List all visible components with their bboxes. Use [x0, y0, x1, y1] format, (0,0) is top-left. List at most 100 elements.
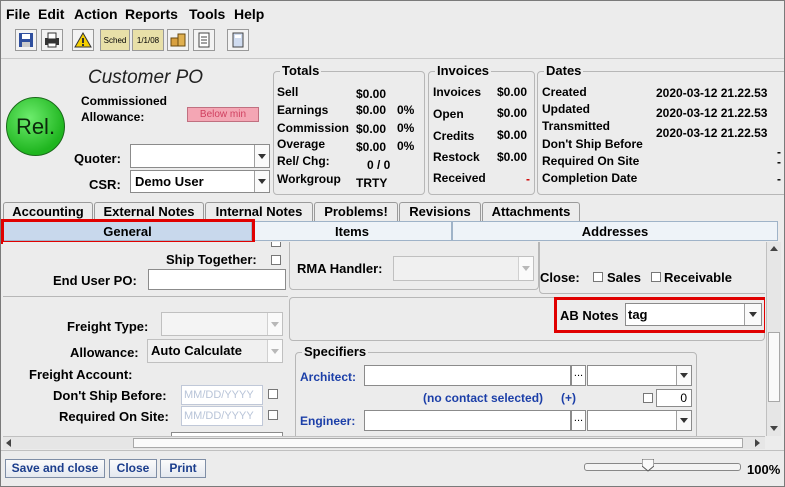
- allowance-select[interactable]: Auto Calculate: [147, 339, 283, 363]
- dates-title: Dates: [544, 63, 584, 78]
- print-button[interactable]: Print: [160, 459, 206, 478]
- release-status-label: Rel.: [15, 113, 56, 139]
- vertical-scrollbar[interactable]: [766, 242, 781, 436]
- schedule-button[interactable]: Sched: [100, 29, 130, 51]
- printer-icon[interactable]: [41, 29, 63, 51]
- csr-select[interactable]: Demo User: [130, 170, 270, 193]
- freight-type-select[interactable]: [161, 312, 283, 336]
- zoom-slider-thumb[interactable]: [641, 458, 655, 472]
- subtab-items[interactable]: Items: [252, 221, 452, 241]
- warning-icon[interactable]: [72, 29, 94, 51]
- chevron-down-icon[interactable]: [254, 171, 269, 192]
- architect-checkbox[interactable]: [643, 393, 653, 403]
- zoom-slider[interactable]: [584, 458, 741, 472]
- dates-created-value: 2020-03-12 21.22.53: [656, 86, 768, 100]
- rma-handler-select[interactable]: [393, 256, 534, 281]
- end-user-po-input[interactable]: [148, 269, 286, 290]
- close-receivable-checkbox[interactable]: [651, 272, 661, 282]
- totals-commission-value: $0.00: [356, 122, 387, 136]
- ship-together-checkbox[interactable]: [271, 255, 281, 265]
- vertical-scroll-thumb[interactable]: [768, 332, 780, 402]
- below-min-badge: Below min: [187, 107, 259, 122]
- architect-qty-input[interactable]: 0: [656, 389, 692, 407]
- architect-contact-select[interactable]: [587, 365, 692, 386]
- menu-help[interactable]: Help: [234, 6, 264, 22]
- required-on-site-label: Required On Site:: [59, 409, 169, 424]
- document-icon[interactable]: [193, 29, 215, 51]
- totals-relchg-label: Rel/ Chg:: [277, 154, 330, 168]
- allowance-value: Auto Calculate: [151, 343, 243, 358]
- engineer-input[interactable]: [364, 410, 571, 431]
- invoices-title: Invoices: [435, 63, 492, 78]
- scroll-left-icon[interactable]: [6, 439, 11, 447]
- quoter-select[interactable]: [130, 144, 270, 168]
- menu-tools[interactable]: Tools: [189, 6, 225, 22]
- dates-created-label: Created: [542, 85, 587, 99]
- chevron-down-icon[interactable]: [676, 411, 691, 430]
- end-user-po-label: End User PO:: [53, 273, 137, 288]
- engineer-contact-select[interactable]: [587, 410, 692, 431]
- ship-together-label: Ship Together:: [166, 252, 257, 267]
- add-contact-link[interactable]: (+): [561, 391, 576, 405]
- chevron-down-icon[interactable]: [267, 340, 282, 362]
- totals-workgroup-value: TRTY: [356, 176, 388, 190]
- tab-problems[interactable]: Problems!: [314, 202, 398, 221]
- dont-ship-before-input[interactable]: MM/DD/YYYY: [181, 385, 263, 405]
- required-on-site-input[interactable]: MM/DD/YYYY: [181, 406, 263, 426]
- dates-updated-label: Updated: [542, 102, 590, 116]
- dates-required-label: Required On Site: [542, 154, 640, 168]
- architect-lookup-button[interactable]: ...: [571, 365, 586, 386]
- dates-dont-ship-label: Don't Ship Before: [542, 137, 643, 151]
- chevron-down-icon[interactable]: [676, 366, 691, 385]
- engineer-lookup-button[interactable]: ...: [571, 410, 586, 431]
- chevron-down-icon[interactable]: [518, 257, 533, 280]
- horizontal-scroll-thumb[interactable]: [133, 438, 743, 448]
- architect-link[interactable]: Architect:: [300, 370, 356, 384]
- divider: [3, 296, 288, 297]
- tab-attachments[interactable]: Attachments: [482, 202, 580, 221]
- tab-revisions[interactable]: Revisions: [399, 202, 481, 221]
- chevron-down-icon[interactable]: [267, 313, 282, 335]
- totals-commission-pct: 0%: [397, 121, 415, 135]
- close-sales-checkbox[interactable]: [593, 272, 603, 282]
- invoices-received-value: -: [526, 172, 530, 186]
- architect-input[interactable]: [364, 365, 571, 386]
- footer-divider: [1, 450, 784, 451]
- menu-file[interactable]: File: [6, 6, 30, 22]
- totals-commission-label: Commission: [277, 121, 350, 135]
- engineer-link[interactable]: Engineer:: [300, 414, 355, 428]
- save-and-close-button[interactable]: Save and close: [5, 459, 105, 478]
- customer-po-window: File Edit Action Reports Tools Help Sche…: [0, 0, 785, 487]
- calculator-icon[interactable]: [227, 29, 249, 51]
- dates-required-value: -: [777, 155, 781, 169]
- prior-checkbox[interactable]: [271, 242, 281, 247]
- dont-ship-before-label: Don't Ship Before:: [53, 388, 167, 403]
- menu-bar: File Edit Action Reports Tools Help: [1, 1, 784, 25]
- date-button[interactable]: 1/1/08: [132, 29, 164, 51]
- commissioned-label: Commissioned: [81, 94, 168, 108]
- schedule-label: Sched: [103, 35, 127, 45]
- close-sales-label: Sales: [607, 270, 641, 285]
- totals-sell-value: $0.00: [356, 87, 387, 101]
- menu-reports[interactable]: Reports: [125, 6, 178, 22]
- chevron-down-icon[interactable]: [254, 145, 269, 167]
- scroll-up-icon[interactable]: [770, 246, 778, 251]
- menu-action[interactable]: Action: [74, 6, 118, 22]
- freight-account-label: Freight Account:: [29, 367, 133, 382]
- subtab-addresses[interactable]: Addresses: [452, 221, 778, 241]
- dont-ship-before-checkbox[interactable]: [268, 389, 278, 399]
- date-label: 1/1/08: [136, 35, 160, 45]
- close-button[interactable]: Close: [109, 459, 157, 478]
- required-on-site-checkbox[interactable]: [268, 410, 278, 420]
- horizontal-scrollbar[interactable]: [3, 436, 765, 449]
- scroll-right-icon[interactable]: [755, 439, 760, 447]
- release-status-button[interactable]: Rel.: [6, 97, 65, 156]
- dates-completion-value: -: [777, 172, 781, 186]
- scroll-down-icon[interactable]: [770, 426, 778, 431]
- totals-earnings-label: Earnings: [277, 103, 329, 117]
- ab-notes-highlight: [554, 297, 765, 333]
- save-icon[interactable]: [15, 29, 37, 51]
- menu-edit[interactable]: Edit: [38, 6, 64, 22]
- totals-overage-pct: 0%: [397, 139, 415, 153]
- boxes-icon[interactable]: [167, 29, 189, 51]
